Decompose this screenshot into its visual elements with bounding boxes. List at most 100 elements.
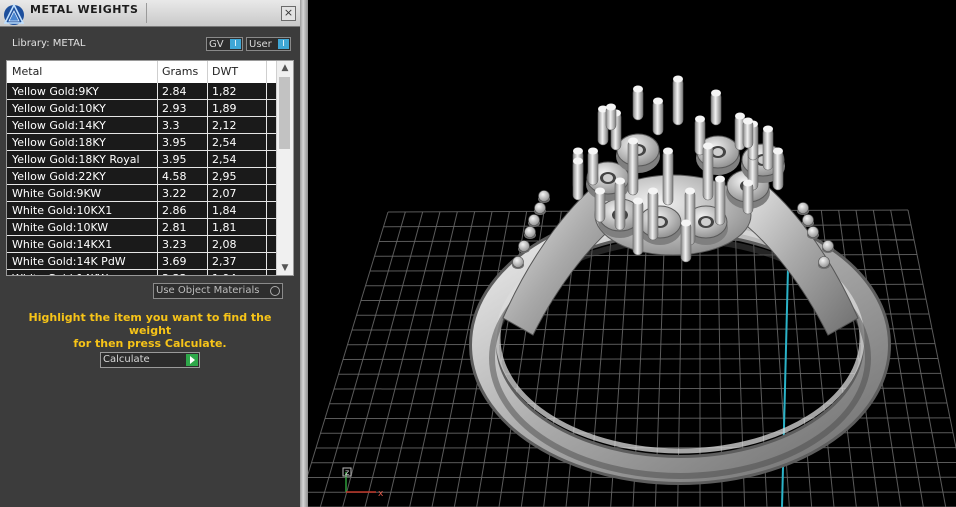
header-dwt[interactable]: DWT [212,65,238,78]
calculate-label: Calculate [103,354,150,365]
column-divider [207,151,208,168]
column-divider [157,134,158,151]
triangle-logo-icon [3,3,25,25]
metal-cell: White Gold:10KW [12,221,109,234]
table-row[interactable]: Yellow Gold:22KY 4.58 2,95 [7,168,277,185]
grams-cell: 2.86 [162,204,187,217]
table-row[interactable]: Yellow Gold:18KY Royal 3.95 2,54 [7,151,277,168]
gv-toggle[interactable]: GV I [206,37,243,51]
column-divider [207,270,208,275]
dwt-cell: 1,82 [212,85,237,98]
table-row[interactable]: White Gold:14KW 3.33 1,94 [7,270,277,275]
column-divider [266,219,267,236]
ring-model [469,75,891,485]
library-label: Library: METAL [12,38,86,49]
column-divider [157,236,158,253]
table-row[interactable]: White Gold:10KW 2.81 1,81 [7,219,277,236]
column-divider [157,168,158,185]
scroll-down-icon[interactable]: ▼ [277,261,293,275]
dwt-cell: 1,81 [212,221,237,234]
column-divider [207,134,208,151]
grams-cell: 3.69 [162,255,187,268]
column-divider [207,83,208,100]
axis-x-label: x [378,489,384,499]
user-toggle[interactable]: User I [246,37,291,51]
scroll-thumb[interactable] [279,77,290,149]
scroll-up-icon[interactable]: ▲ [277,61,293,75]
metal-table: Metal Grams DWT Yellow Gold:9KY 2.84 1,82 Y… [6,60,294,276]
column-divider [266,270,267,275]
column-divider [157,151,158,168]
grams-cell: 2.93 [162,102,187,115]
metal-weights-panel: METAL WEIGHTS × Library: METAL GV I User… [0,0,300,507]
table-row[interactable]: Yellow Gold:14KY 3.3 2,12 [7,117,277,134]
table-row[interactable]: White Gold:10KX1 2.86 1,84 [7,202,277,219]
titlebar[interactable]: METAL WEIGHTS × [0,0,300,27]
dwt-cell: 2,12 [212,119,237,132]
column-divider [157,270,158,275]
column-divider [207,236,208,253]
table-row[interactable]: White Gold:14K PdW 3.69 2,37 [7,253,277,270]
dwt-cell: 2,95 [212,170,237,183]
instruction-text: Highlight the item you want to find the … [14,311,286,350]
instruction-line-1: Highlight the item you want to find the … [28,311,272,337]
dwt-cell: 2,08 [212,238,237,251]
column-divider [157,219,158,236]
play-arrow-icon [186,354,198,366]
table-body: Yellow Gold:9KY 2.84 1,82 Yellow Gold:10KY 2… [7,83,277,275]
metal-cell: White Gold:14KW [12,272,108,275]
column-divider [266,151,267,168]
calculate-button[interactable]: Calculate [100,352,200,368]
column-divider [266,134,267,151]
metal-cell: Yellow Gold:10KY [12,102,106,115]
table-row[interactable]: Yellow Gold:9KY 2.84 1,82 [7,83,277,100]
dwt-cell: 2,54 [212,136,237,149]
dwt-cell: 2,37 [212,255,237,268]
gv-toggle-label: GV [209,39,224,50]
instruction-line-2: for then press Calculate. [73,337,227,350]
column-divider [157,83,158,100]
table-row[interactable]: Yellow Gold:18KY 3.95 2,54 [7,134,277,151]
use-object-materials-option[interactable]: Use Object Materials [153,283,283,299]
table-row[interactable]: White Gold:14KX1 3.23 2,08 [7,236,277,253]
use-object-materials-label: Use Object Materials [156,285,260,296]
column-divider [207,185,208,202]
grams-cell: 3.3 [162,119,180,132]
table-scrollbar[interactable]: ▲ ▼ [276,61,293,275]
dwt-cell: 1,94 [212,272,237,275]
grams-cell: 3.33 [162,272,187,275]
metal-cell: Yellow Gold:9KY [12,85,99,98]
user-toggle-label: User [249,39,272,50]
column-divider [207,219,208,236]
close-icon[interactable]: × [281,6,296,21]
column-divider [207,253,208,270]
metal-cell: White Gold:9KW [12,187,102,200]
grams-cell: 2.81 [162,221,187,234]
viewport-canvas: z x [308,75,956,507]
3d-viewport[interactable]: z x [308,0,956,507]
grams-cell: 3.95 [162,136,187,149]
column-divider [266,117,267,134]
table-row[interactable]: Yellow Gold:10KY 2.93 1,89 [7,100,277,117]
column-divider [157,202,158,219]
column-divider [207,202,208,219]
column-divider [207,100,208,117]
radio-icon[interactable] [270,286,280,296]
metal-cell: White Gold:14KX1 [12,238,113,251]
table-row[interactable]: White Gold:9KW 3.22 2,07 [7,185,277,202]
column-divider [266,236,267,253]
metal-cell: White Gold:14K PdW [12,255,126,268]
panel-splitter[interactable] [300,0,308,507]
column-divider [207,168,208,185]
window-title: METAL WEIGHTS [30,3,139,16]
column-divider [266,168,267,185]
grams-cell: 3.95 [162,153,187,166]
header-grams[interactable]: Grams [162,65,198,78]
grams-cell: 3.22 [162,187,187,200]
dwt-cell: 2,07 [212,187,237,200]
metal-cell: White Gold:10KX1 [12,204,113,217]
header-metal[interactable]: Metal [12,65,42,78]
column-divider [157,185,158,202]
metal-cell: Yellow Gold:22KY [12,170,106,183]
metal-cell: Yellow Gold:18KY [12,136,106,149]
